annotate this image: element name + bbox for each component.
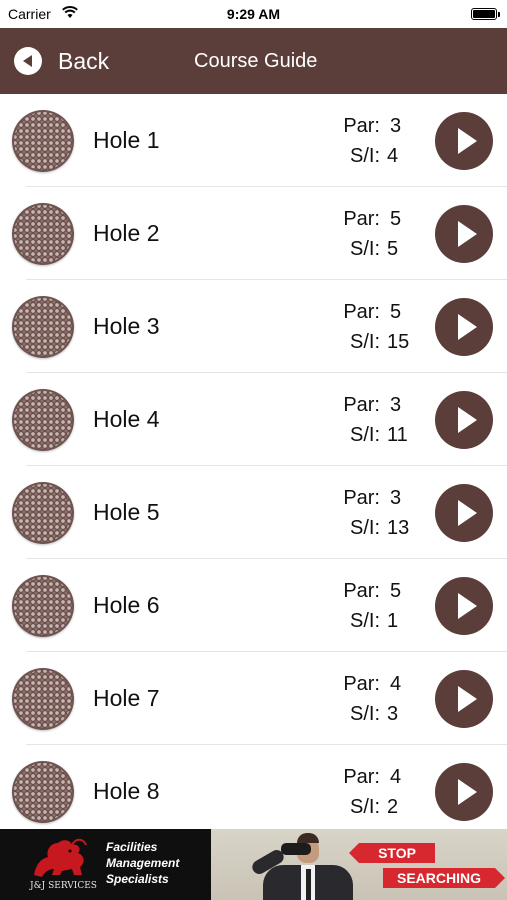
status-bar: Carrier 9:29 AM: [0, 0, 507, 28]
golf-ball-icon: [12, 110, 74, 172]
advert-tagline: Facilities Management Specialists: [106, 839, 179, 887]
stroke-index-label: S/I:: [349, 703, 380, 725]
hole-row[interactable]: Hole 4 Par: 3 S/I: 11: [0, 373, 507, 466]
play-circle-icon[interactable]: [435, 577, 493, 635]
hole-row[interactable]: Hole 2 Par: 5 S/I: 5: [0, 187, 507, 280]
par-value: 3: [390, 115, 402, 137]
hole-name: Hole 3: [93, 313, 160, 339]
businessman-tie: [306, 869, 311, 900]
chevron-left-circle-icon: [14, 47, 42, 75]
play-circle-icon[interactable]: [435, 484, 493, 542]
stroke-index-value: 5: [387, 238, 399, 260]
hole-row[interactable]: Hole 7 Par: 4 S/I: 3: [0, 652, 507, 745]
hole-name: Hole 1: [93, 127, 160, 153]
par-label: Par:: [343, 580, 380, 602]
binoculars-icon: [281, 843, 311, 855]
golf-ball-icon: [12, 203, 74, 265]
back-label: Back: [58, 47, 110, 74]
advert-company: J&J SERVICES: [30, 881, 97, 891]
hole-row[interactable]: Hole 3 Par: 5 S/I: 15: [0, 280, 507, 373]
hole-name: Hole 5: [93, 499, 160, 525]
stroke-index-value: 3: [387, 703, 399, 725]
par-value: 5: [390, 208, 402, 230]
stroke-index-value: 13: [387, 517, 410, 539]
lion-logo-icon: [34, 838, 87, 877]
golf-ball-icon: [12, 389, 74, 451]
play-circle-icon[interactable]: [435, 670, 493, 728]
play-circle-icon[interactable]: [435, 763, 493, 821]
navigation-bar: Back Course Guide: [0, 28, 507, 94]
stop-sign: STOP: [349, 843, 435, 863]
golf-ball-icon: [12, 761, 74, 823]
par-label: Par:: [343, 208, 380, 230]
par-label: Par:: [343, 394, 380, 416]
par-value: 4: [390, 766, 402, 788]
par-value: 3: [390, 394, 402, 416]
advert-tagline-line: Management: [106, 856, 180, 870]
par-label: Par:: [343, 301, 380, 323]
play-circle-icon[interactable]: [435, 205, 493, 263]
hole-row[interactable]: Hole 1 Par: 3 S/I: 4: [0, 94, 507, 187]
clock: 9:29 AM: [226, 6, 281, 22]
par-label: Par:: [343, 673, 380, 695]
par-value: 4: [390, 673, 402, 695]
golf-ball-icon: [12, 482, 74, 544]
par-value: 5: [390, 301, 402, 323]
hole-row[interactable]: Hole 8 Par: 4 S/I: 2: [0, 745, 507, 829]
stroke-index-value: 11: [387, 424, 408, 446]
advert-tagline-line: Specialists: [106, 872, 169, 886]
golf-ball-icon: [12, 296, 74, 358]
par-value: 3: [390, 487, 402, 509]
par-label: Par:: [343, 487, 380, 509]
businessman-hair: [297, 833, 319, 843]
advert-tagline-line: Facilities: [106, 840, 158, 854]
hole-row[interactable]: Hole 6 Par: 5 S/I: 1: [0, 559, 507, 652]
golf-ball-icon: [12, 575, 74, 637]
hole-name: Hole 7: [93, 685, 160, 711]
stroke-index-value: 4: [387, 145, 399, 167]
hole-name: Hole 2: [93, 220, 160, 246]
play-circle-icon[interactable]: [435, 112, 493, 170]
hole-row[interactable]: Hole 5 Par: 3 S/I: 13: [0, 466, 507, 559]
play-circle-icon[interactable]: [435, 391, 493, 449]
stroke-index-label: S/I:: [349, 796, 380, 818]
stroke-index-value: 1: [387, 610, 399, 632]
advert-photo-panel: STOP SEARCHING: [211, 829, 507, 900]
par-label: Par:: [343, 115, 380, 137]
battery-icon: [471, 8, 500, 20]
stroke-index-label: S/I:: [349, 331, 380, 353]
stroke-index-label: S/I:: [349, 238, 380, 260]
par-value: 5: [390, 580, 402, 602]
stroke-index-label: S/I:: [349, 610, 380, 632]
golf-ball-icon: [12, 668, 74, 730]
back-button[interactable]: Back: [14, 42, 124, 80]
stroke-index-label: S/I:: [349, 424, 380, 446]
stroke-index-label: S/I:: [349, 145, 380, 167]
hole-list: Hole 1 Par: 3 S/I: 4 Hole 2 Par: 5 S/I: 5 Hole 3 Pa…: [0, 94, 507, 829]
hole-name: Hole 8: [93, 778, 160, 804]
page-title: Course Guide: [194, 50, 318, 72]
stroke-index-value: 15: [387, 331, 410, 353]
stroke-index-label: S/I:: [349, 517, 380, 539]
hole-name: Hole 4: [93, 406, 160, 432]
play-circle-icon[interactable]: [435, 298, 493, 356]
stroke-index-value: 2: [387, 796, 399, 818]
advert-banner[interactable]: J&J SERVICES Facilities Management Speci…: [0, 829, 507, 900]
par-label: Par:: [343, 766, 380, 788]
searching-sign: SEARCHING: [383, 868, 505, 888]
advert-brand-panel: J&J SERVICES Facilities Management Speci…: [0, 829, 211, 900]
hole-name: Hole 6: [93, 592, 160, 618]
